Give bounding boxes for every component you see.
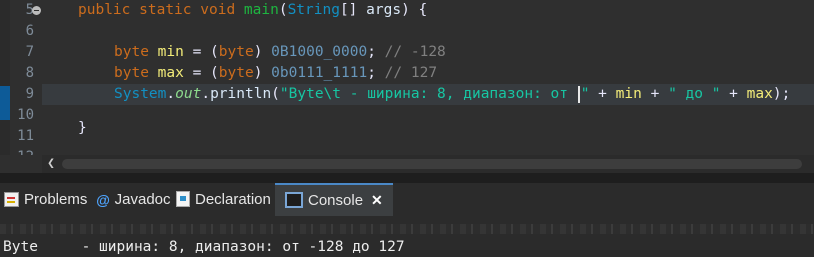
variable-name: max bbox=[746, 86, 773, 102]
horizontal-scrollbar[interactable]: ❮ bbox=[42, 155, 814, 173]
keyword: void bbox=[200, 2, 236, 18]
line-number: 8 bbox=[25, 65, 34, 81]
variable-name: max bbox=[157, 65, 184, 81]
code-editor[interactable]: 5 6 7 8 9 10 11 12 public static void ma… bbox=[0, 0, 814, 155]
line-number: 9 bbox=[25, 86, 34, 102]
keyword: public bbox=[78, 2, 131, 18]
closing-brace: } bbox=[78, 120, 87, 136]
keyword: byte bbox=[114, 44, 149, 60]
text-cursor bbox=[577, 85, 580, 103]
number-literal: 0B1000_0000 bbox=[271, 44, 368, 60]
scrollbar-thumb[interactable] bbox=[62, 159, 802, 169]
declaration-icon bbox=[176, 191, 190, 208]
keyword: byte bbox=[114, 65, 149, 81]
code-line-5[interactable]: public static void main(String[] args) { bbox=[78, 0, 814, 21]
line-number: 6 bbox=[25, 23, 34, 39]
comment: // 127 bbox=[384, 65, 438, 81]
line-number: 5 bbox=[25, 2, 34, 18]
chevron-left-icon[interactable]: ❮ bbox=[42, 155, 60, 173]
code-line-9-current[interactable]: System.out.println("Byte\t - ширина: 8, … bbox=[42, 84, 814, 105]
console-view[interactable]: Byte - ширина: 8, диапазон: от -128 до 1… bbox=[0, 216, 814, 257]
console-icon bbox=[285, 192, 303, 209]
punctuation: ) { bbox=[401, 2, 428, 18]
console-header-area bbox=[0, 216, 814, 234]
operator: + bbox=[720, 86, 747, 102]
method-call: println bbox=[210, 86, 272, 102]
code-line-7[interactable]: byte min = (byte) 0B1000_0000; // -128 bbox=[114, 42, 814, 63]
gutter-filler bbox=[0, 155, 42, 173]
keyword: static bbox=[139, 2, 192, 18]
view-tab-bar: Problems @ Javadoc Declaration Console ✕ bbox=[0, 183, 814, 216]
variable-name: min bbox=[615, 86, 642, 102]
punctuation: ( bbox=[271, 86, 280, 102]
number-literal: 0b0111_1111 bbox=[271, 65, 368, 81]
comment: // -128 bbox=[384, 44, 446, 60]
problems-icon bbox=[4, 191, 19, 207]
line-number: 12 bbox=[0, 147, 34, 155]
line-number: 11 bbox=[17, 128, 34, 144]
operator: + bbox=[589, 86, 616, 102]
punctuation: ); bbox=[772, 86, 791, 102]
tab-label: Declaration bbox=[195, 191, 271, 208]
tab-console[interactable]: Console ✕ bbox=[275, 183, 393, 216]
punctuation: [] bbox=[339, 2, 367, 18]
tab-problems[interactable]: Problems bbox=[4, 183, 87, 216]
type-name: String bbox=[287, 2, 340, 18]
punctuation: = ( bbox=[183, 65, 219, 81]
code-line-11[interactable]: } bbox=[78, 118, 814, 139]
punctuation: = ( bbox=[183, 44, 219, 60]
punctuation: . bbox=[201, 86, 211, 102]
console-output-line: Byte - ширина: 8, диапазон: от -128 до 1… bbox=[3, 239, 405, 255]
line-number: 7 bbox=[25, 44, 34, 60]
code-line-8[interactable]: byte max = (byte) 0b0111_1111; // 127 bbox=[114, 63, 814, 84]
keyword: byte bbox=[218, 65, 254, 81]
variable-name: min bbox=[157, 44, 184, 60]
keyword: byte bbox=[218, 44, 254, 60]
punctuation: ; bbox=[367, 65, 385, 81]
parameter-name: args bbox=[366, 2, 402, 18]
punctuation: . bbox=[166, 86, 176, 102]
class-name: System bbox=[114, 86, 167, 102]
at-sign-icon: @ bbox=[96, 191, 110, 208]
string-literal: "Byte\t - ширина: 8, диапазон: от bbox=[279, 86, 577, 102]
punctuation: ) bbox=[253, 65, 272, 81]
panel-separator bbox=[0, 173, 814, 183]
method-name: main bbox=[243, 2, 279, 18]
line-number-gutter: 5 6 7 8 9 10 11 12 bbox=[0, 0, 42, 155]
tab-label: Problems bbox=[24, 191, 88, 208]
line-number: 10 bbox=[17, 107, 34, 123]
tab-label: Console bbox=[308, 192, 364, 209]
operator: + bbox=[641, 86, 669, 102]
tab-label: Javadoc bbox=[114, 191, 171, 208]
tab-javadoc[interactable]: @ Javadoc bbox=[96, 183, 171, 216]
static-field: out bbox=[175, 86, 202, 102]
punctuation: ( bbox=[278, 2, 288, 18]
close-icon[interactable]: ✕ bbox=[371, 185, 383, 216]
punctuation: ) bbox=[253, 44, 272, 60]
tab-declaration[interactable]: Declaration bbox=[176, 183, 271, 216]
fold-collapse-icon[interactable] bbox=[32, 6, 41, 15]
punctuation: ; bbox=[367, 44, 385, 60]
string-literal: " до " bbox=[668, 86, 721, 102]
